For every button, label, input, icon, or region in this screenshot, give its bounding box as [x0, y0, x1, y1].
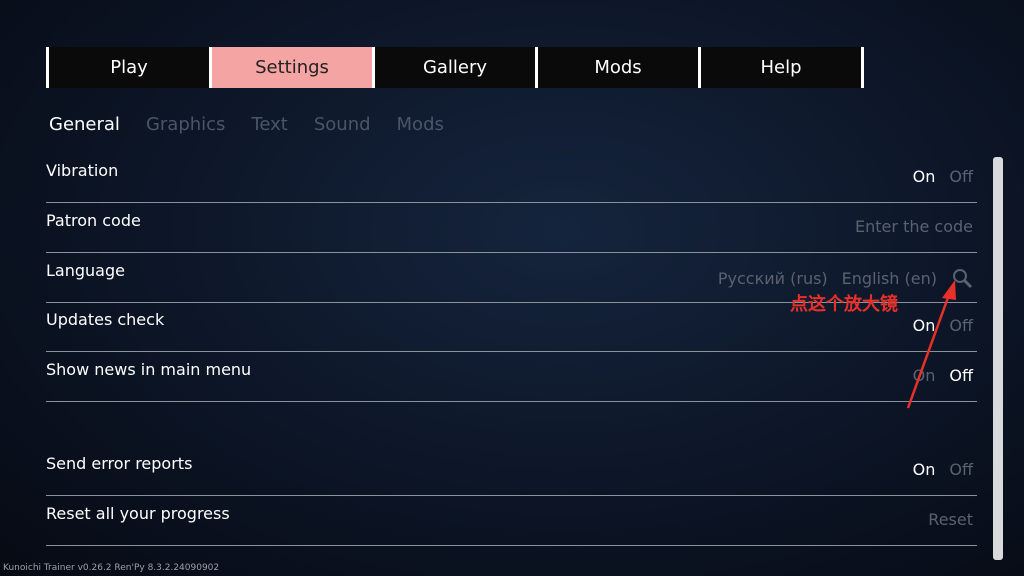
- annotation-arrow-icon: [906, 280, 956, 409]
